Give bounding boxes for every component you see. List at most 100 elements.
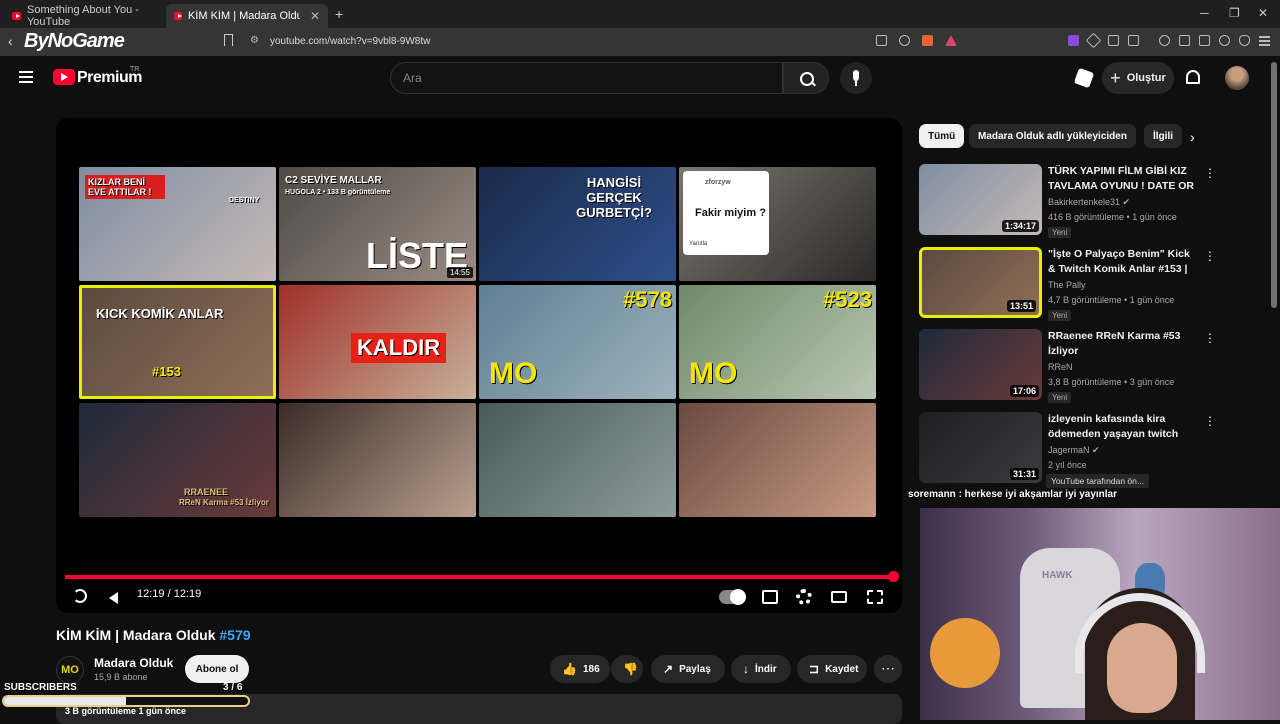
browser-tab[interactable]: Something About You - YouTube	[4, 4, 164, 28]
frame-thumbnail: RRAENEE RReN Karma #53 İzliyor	[79, 403, 276, 517]
bookmark-icon[interactable]	[224, 34, 233, 46]
search-input[interactable]	[391, 63, 782, 93]
brave-shield-icon[interactable]	[922, 35, 933, 46]
recommended-meta: 416 B görüntüleme • 1 gün önce	[1048, 212, 1177, 222]
replay-icon[interactable]	[73, 589, 87, 603]
create-button[interactable]: + Oluştur	[1102, 62, 1174, 94]
thumbnail-title: KICK KOMİK ANLAR	[96, 306, 224, 321]
recommended-video[interactable]: 1:34:17 TÜRK YAPIMI FİLM GİBİ KIZ TAVLAM…	[919, 164, 1219, 239]
rewards-icon[interactable]	[945, 35, 957, 46]
cast-icon[interactable]	[876, 35, 887, 46]
menu-icon[interactable]	[1259, 35, 1270, 46]
more-options-icon[interactable]: ⋮	[1204, 249, 1216, 263]
media-icon[interactable]	[1159, 35, 1170, 46]
recommended-title[interactable]: TÜRK YAPIMI FİLM GİBİ KIZ TAVLAMA OYUNU …	[1048, 164, 1198, 194]
channel-name[interactable]: Madara Olduk	[94, 656, 173, 670]
more-options-icon[interactable]: ⋮	[1204, 166, 1216, 180]
more-options-icon[interactable]: ⋮	[1204, 414, 1216, 428]
chip-from-uploader[interactable]: Madara Olduk adlı yükleyiciden	[969, 124, 1136, 148]
recommended-title[interactable]: izleyenin kafasında kira ödemeden yaşaya…	[1048, 412, 1198, 442]
extension-icon[interactable]	[1068, 35, 1079, 46]
settings-icon[interactable]	[796, 589, 812, 605]
youtube-logo-icon[interactable]	[53, 69, 75, 85]
subtitles-icon[interactable]	[762, 590, 778, 604]
chat-message: soremann : herkese iyi akşamlar iyi yayı…	[908, 489, 1118, 500]
fullscreen-icon[interactable]	[867, 590, 883, 604]
extension-icon[interactable]	[1108, 35, 1119, 46]
video-hashtag[interactable]: #579	[219, 627, 250, 643]
more-options-icon[interactable]: ⋮	[1204, 331, 1216, 345]
leo-icon[interactable]	[1219, 35, 1230, 46]
like-count: 186	[582, 663, 600, 675]
recommended-channel[interactable]: Bakirkertenkele31 ✔	[1048, 197, 1130, 208]
video-duration: 31:31	[1009, 468, 1039, 480]
maximize-icon[interactable]: ❐	[1229, 6, 1240, 20]
download-label: İndir	[755, 663, 777, 675]
like-button[interactable]: 👍 186	[550, 655, 610, 683]
more-actions-button[interactable]: ⋯	[874, 655, 902, 683]
new-badge: Yeni	[1048, 310, 1072, 321]
recommended-title[interactable]: "İşte O Palyaço Benim" Kick & Twitch Kom…	[1048, 247, 1198, 277]
minimize-icon[interactable]: ─	[1200, 6, 1209, 20]
sidebar-icon[interactable]	[1179, 35, 1190, 46]
video-duration: 1:34:17	[1001, 220, 1039, 232]
url-field[interactable]: youtube.com/watch?v=9vbl8-9W8tw	[270, 36, 430, 47]
bell-icon[interactable]	[1186, 70, 1200, 84]
frame-thumbnail: KIZLAR BENİ EVE ATTILAR ! DESTINY	[79, 167, 276, 281]
close-tab-icon[interactable]: ✕	[310, 9, 320, 23]
brand-watermark: ByNoGame	[24, 30, 125, 52]
theater-mode-icon[interactable]	[831, 591, 847, 603]
recommended-title[interactable]: RRaenee RReN Karma #53 İzliyor	[1048, 329, 1198, 359]
time-display: 12:19 / 12:19	[137, 588, 202, 600]
frame-thumbnail: KALDIR	[279, 285, 476, 399]
recommended-thumbnail[interactable]: 13:51	[919, 247, 1042, 318]
recommended-thumbnail[interactable]: 17:06	[919, 329, 1042, 400]
avatar[interactable]	[1225, 66, 1249, 90]
dislike-button[interactable]: 👎	[611, 655, 643, 683]
share-button[interactable]: ↗ Paylaş	[651, 655, 725, 683]
extension-icon[interactable]	[1128, 35, 1139, 46]
back-icon[interactable]: ‹	[8, 33, 13, 49]
streamer-webcam: HAWK	[920, 508, 1280, 720]
reply-label: Yanıtla	[689, 241, 708, 247]
video-duration: 13:51	[1006, 300, 1036, 312]
chevron-right-icon[interactable]: ›	[1190, 129, 1195, 145]
download-button[interactable]: ↓ İndir	[731, 655, 791, 683]
thumbnail-big-text: #523	[823, 287, 872, 312]
channel-logo-overlay: MO	[689, 357, 738, 390]
wallet-icon[interactable]	[1199, 35, 1210, 46]
recommended-channel[interactable]: JagermaN ✔	[1048, 445, 1100, 456]
frame-thumbnail: #578 MO	[479, 285, 676, 399]
recommended-video[interactable]: 13:51 "İşte O Palyaço Benim" Kick & Twit…	[919, 247, 1219, 322]
autoplay-toggle[interactable]	[719, 589, 746, 605]
subscribe-button[interactable]: Abone ol	[185, 655, 249, 683]
chip-related[interactable]: İlgili	[1144, 124, 1182, 148]
save-button[interactable]: ⊐ Kaydet	[797, 655, 867, 683]
progress-knob[interactable]	[888, 571, 899, 582]
new-tab-button[interactable]: +	[335, 6, 343, 22]
channel-avatar[interactable]: MO	[56, 656, 84, 684]
scrollbar[interactable]	[1271, 62, 1277, 308]
recommended-thumbnail[interactable]: 1:34:17	[919, 164, 1042, 235]
thumbnail-title: KIZLAR BENİ EVE ATTILAR !	[85, 175, 165, 199]
hamburger-menu-icon[interactable]	[19, 71, 33, 83]
recommended-video[interactable]: 17:06 RRaenee RReN Karma #53 İzliyor RRe…	[919, 329, 1219, 404]
vpn-icon[interactable]	[1239, 35, 1250, 46]
zoom-icon[interactable]	[899, 35, 910, 46]
volume-icon[interactable]	[109, 592, 118, 604]
chip-all[interactable]: Tümü	[919, 124, 965, 148]
search-button[interactable]	[783, 62, 829, 94]
site-info-icon[interactable]: ⚙	[250, 35, 259, 46]
browser-tab-active[interactable]: KİM KİM | Madara Olduk #579 - ✕	[166, 4, 328, 28]
sparkle-icon[interactable]	[1073, 67, 1095, 89]
close-window-icon[interactable]: ✕	[1258, 6, 1268, 20]
frame-thumbnail: HANGİSİ GERÇEK GURBETÇİ?	[479, 167, 676, 281]
progress-bar[interactable]	[65, 571, 899, 582]
new-badge: Yeni	[1048, 227, 1072, 238]
recommended-channel[interactable]: RReN	[1048, 362, 1073, 372]
thumbnail-big-text: #578	[623, 287, 672, 312]
video-player[interactable]: KIZLAR BENİ EVE ATTILAR ! DESTINY C2 SEVİY…	[56, 118, 902, 613]
recommended-channel[interactable]: The Pally	[1048, 280, 1086, 290]
recommended-thumbnail[interactable]: 31:31	[919, 412, 1042, 483]
mic-icon[interactable]	[840, 62, 872, 94]
